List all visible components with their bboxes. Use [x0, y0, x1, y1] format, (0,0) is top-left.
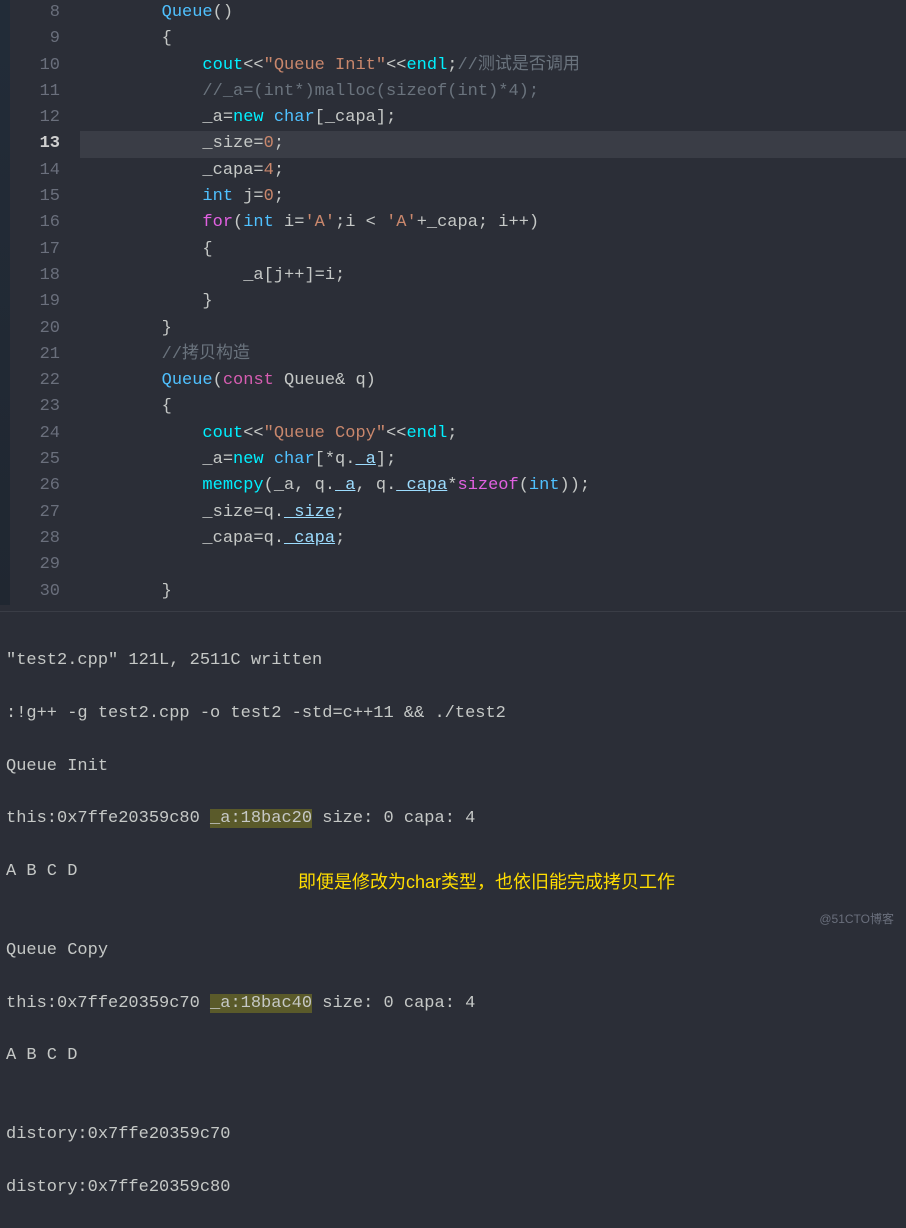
decorative-strip: [0, 0, 10, 605]
code-line: //拷贝构造: [80, 342, 906, 368]
code-line: //_a=(int*)malloc(sizeof(int)*4);: [80, 79, 906, 105]
terminal-output: "test2.cpp" 121L, 2511C written :!g++ -g…: [0, 612, 906, 1228]
terminal-line: Queue Copy: [6, 938, 900, 964]
code-line: _capa=q._capa;: [80, 526, 906, 552]
code-line: memcpy(_a, q._a, q._capa*sizeof(int));: [80, 473, 906, 499]
code-line: {: [80, 26, 906, 52]
code-area[interactable]: Queue() { cout<<"Queue Init"<<endl;//测试是…: [80, 0, 906, 605]
terminal-line: :!g++ -g test2.cpp -o test2 -std=c++11 &…: [6, 701, 900, 727]
terminal-line: Queue Init: [6, 754, 900, 780]
code-line: }: [80, 316, 906, 342]
code-line: for(int i='A';i < 'A'+_capa; i++): [80, 210, 906, 236]
code-line: _size=q._size;: [80, 500, 906, 526]
code-line: _a=new char[_capa];: [80, 105, 906, 131]
code-line: [80, 552, 906, 578]
terminal-line: this:0x7ffe20359c80 _a:18bac20 size: 0 c…: [6, 806, 900, 832]
code-line: Queue(): [80, 0, 906, 26]
terminal-line: "test2.cpp" 121L, 2511C written: [6, 648, 900, 674]
code-line: int j=0;: [80, 184, 906, 210]
annotation-text: 即便是修改为char类型，也依旧能完成拷贝工作: [298, 869, 675, 897]
code-line: {: [80, 237, 906, 263]
code-line: Queue(const Queue& q): [80, 368, 906, 394]
watermark: @51CTO博客: [819, 910, 894, 929]
code-line: _capa=4;: [80, 158, 906, 184]
code-line: cout<<"Queue Copy"<<endl;: [80, 421, 906, 447]
terminal-line: distory:0x7ffe20359c70: [6, 1122, 900, 1148]
line-number-gutter: 8 9 10 11 12 13 14 15 16 17 18 19 20 21 …: [0, 0, 80, 605]
terminal-line: this:0x7ffe20359c70 _a:18bac40 size: 0 c…: [6, 991, 900, 1017]
code-editor: 8 9 10 11 12 13 14 15 16 17 18 19 20 21 …: [0, 0, 906, 605]
code-line: {: [80, 394, 906, 420]
code-line: }: [80, 579, 906, 605]
highlighted-text: _a:18bac40: [210, 994, 312, 1013]
terminal-line: distory:0x7ffe20359c80: [6, 1175, 900, 1201]
code-line-current: _size=0;: [80, 131, 906, 157]
terminal-line: A B C D: [6, 1043, 900, 1069]
code-line: }: [80, 289, 906, 315]
code-line: _a[j++]=i;: [80, 263, 906, 289]
code-line: cout<<"Queue Init"<<endl;//测试是否调用: [80, 53, 906, 79]
code-line: _a=new char[*q._a];: [80, 447, 906, 473]
highlighted-text: _a:18bac20: [210, 809, 312, 828]
